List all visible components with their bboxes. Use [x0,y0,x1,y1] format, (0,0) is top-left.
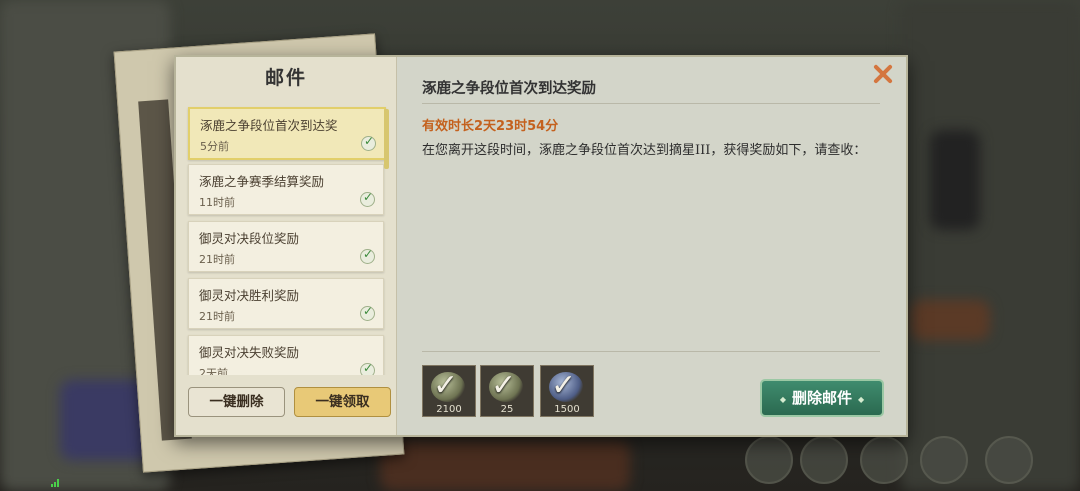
mail-subject: 御灵对决胜利奖励 [199,288,300,303]
read-check-icon [360,247,375,264]
mail-item[interactable]: 御灵对决胜利奖励 21时前 [188,278,384,329]
mail-time: 5分前 [200,140,229,153]
mail-panel: 邮件 涿鹿之争段位首次到达奖 5分前 涿鹿之争赛季结算奖励 11时前 御灵对决段… [174,55,908,437]
mail-time: 21时前 [199,253,235,266]
mail-time: 21时前 [199,310,235,323]
mail-item[interactable]: 涿鹿之争赛季结算奖励 11时前 [188,164,384,215]
mail-item[interactable]: 御灵对决段位奖励 21时前 [188,221,384,272]
reward-quantity: 2100 [436,404,462,415]
mail-subject: 御灵对决失败奖励 [199,345,300,360]
divider [422,103,880,104]
mail-item-selected[interactable]: 涿鹿之争段位首次到达奖 5分前 [188,107,386,160]
read-check-icon [360,304,375,321]
mail-detail-title: 涿鹿之争段位首次到达奖励 [422,80,596,97]
claimed-check-icon: ✓ [491,368,517,403]
mail-subject: 涿鹿之争段位首次到达奖 [200,118,338,133]
reward-slot[interactable]: ✓ 1500 [540,365,594,417]
read-check-icon [360,190,375,207]
mail-item[interactable]: 御灵对决失败奖励 2天前 [188,335,384,375]
divider [422,351,880,352]
mail-list-column: 邮件 涿鹿之争段位首次到达奖 5分前 涿鹿之争赛季结算奖励 11时前 御灵对决段… [176,57,397,435]
mail-list[interactable]: 涿鹿之争段位首次到达奖 5分前 涿鹿之争赛季结算奖励 11时前 御灵对决段位奖励… [186,105,392,375]
mail-body: 在您离开这段时间，涿鹿之争段位首次达到摘星III，获得奖励如下，请查收： [422,143,867,158]
delete-mail-button[interactable]: 删除邮件 [760,379,884,417]
claimed-check-icon: ✓ [551,368,577,403]
list-scrollbar[interactable] [384,109,389,169]
reward-quantity: 1500 [554,404,580,415]
expiry-text: 有效时长2天23时54分 [422,119,559,134]
collect-all-button[interactable]: 一键领取 [294,387,391,417]
reward-quantity: 25 [500,404,514,415]
reward-slot[interactable]: ✓ 25 [480,365,534,417]
close-icon[interactable] [869,60,897,88]
signal-icon [51,479,61,487]
mail-time: 11时前 [199,196,235,209]
delete-all-button[interactable]: 一键删除 [188,387,285,417]
mail-time: 2天前 [199,367,228,375]
mail-subject: 涿鹿之争赛季结算奖励 [199,174,325,189]
reward-slot[interactable]: ✓ 2100 [422,365,476,417]
read-check-icon [360,361,375,375]
claimed-check-icon: ✓ [433,368,459,403]
mail-subject: 御灵对决段位奖励 [199,231,300,246]
mail-list-title: 邮件 [264,67,307,89]
read-check-icon [361,134,376,151]
